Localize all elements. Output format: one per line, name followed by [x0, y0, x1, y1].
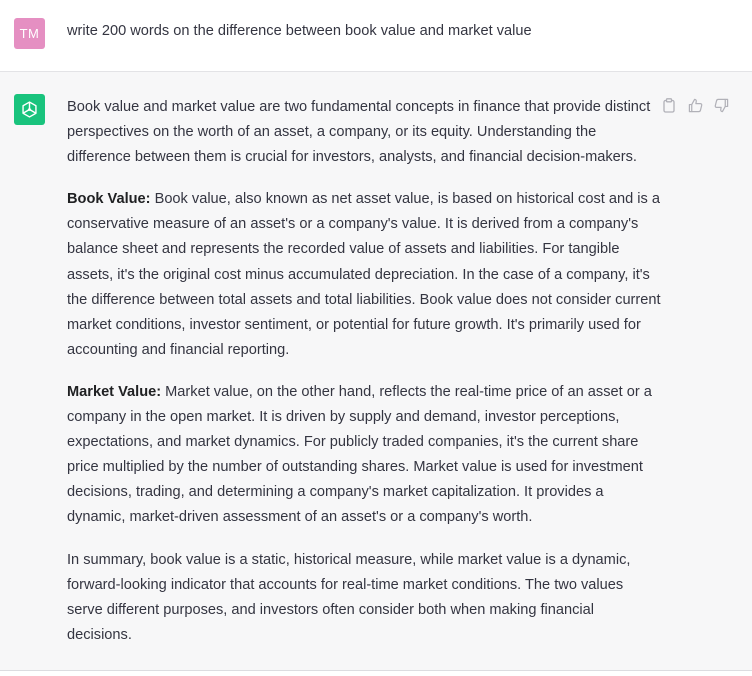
book-value-text: Book value, also known as net asset valu… [67, 191, 661, 358]
user-avatar: TM [14, 18, 45, 49]
summary-paragraph: In summary, book value is a static, hist… [67, 551, 631, 643]
market-value-heading: Market Value: [67, 383, 162, 400]
book-value-heading: Book Value: [67, 191, 151, 208]
intro-paragraph: Book value and market value are two fund… [67, 99, 651, 166]
clipboard-icon[interactable] [660, 96, 678, 114]
user-message: TM write 200 words on the difference bet… [0, 0, 752, 72]
openai-logo-icon [14, 94, 45, 125]
thumbs-up-icon[interactable] [686, 96, 704, 114]
message-actions [660, 96, 730, 114]
book-value-paragraph: Book Value: Book value, also known as ne… [67, 187, 662, 363]
market-value-text: Market value, on the other hand, reflect… [67, 383, 652, 526]
assistant-message: Book value and market value are two fund… [0, 72, 752, 671]
market-value-paragraph: Market Value: Market value, on the other… [67, 380, 662, 531]
user-prompt-text: write 200 words on the difference betwee… [67, 23, 532, 39]
thumbs-down-icon[interactable] [712, 96, 730, 114]
chat-thread: TM write 200 words on the difference bet… [0, 0, 752, 676]
assistant-response-text: Book value and market value are two fund… [67, 95, 662, 665]
